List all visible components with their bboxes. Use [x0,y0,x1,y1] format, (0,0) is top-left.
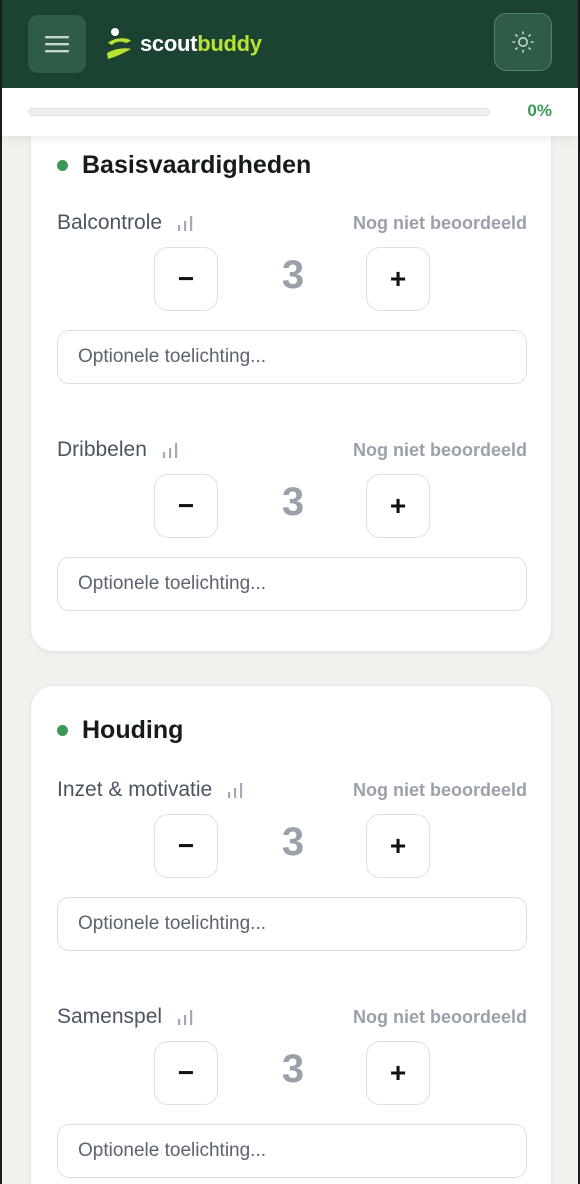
decrement-button[interactable]: − [154,814,218,878]
logo-text: scoutbuddy [140,31,262,57]
note-input[interactable] [57,330,527,384]
bar-chart-icon[interactable] [226,781,244,799]
bar-chart-icon[interactable] [176,1008,194,1026]
rating-stepper: − 3 + [57,814,527,878]
logo[interactable]: scoutbuddy [104,27,262,61]
progress-track [28,108,490,116]
skill-label: Balcontrole [57,211,163,234]
decrement-button[interactable]: − [154,1041,218,1105]
rating-value: 3 [281,820,305,864]
decrement-button[interactable]: − [154,474,218,538]
increment-button[interactable]: + [366,247,430,311]
bar-chart-icon[interactable] [176,214,194,232]
app-header: scoutbuddy [2,0,578,88]
rating-stepper: − 3 + [57,247,527,311]
logo-text-buddy: buddy [197,31,262,56]
skill-samenspel: Samenspel Nog niet beoordeeld − 3 + [57,1005,527,1184]
rating-value: 3 [281,480,305,524]
skill-label: Samenspel [57,1005,163,1028]
skill-dribbelen: Dribbelen Nog niet beoordeeld − 3 + [57,438,527,638]
section-header: Houding [57,716,183,745]
skill-name: Inzet & motivatie [57,778,244,802]
section-title: Basisvaardigheden [82,151,312,179]
note-input[interactable] [57,557,527,611]
section-card-basisvaardigheden: Basisvaardigheden Balcontrole Nog niet b… [30,100,552,652]
skill-inzet-motivatie: Inzet & motivatie Nog niet beoordeeld − … [57,778,527,978]
section-header: Basisvaardigheden [57,151,311,180]
decrement-button[interactable]: − [154,247,218,311]
progress-percent: 0% [527,101,552,120]
status-dot [57,725,68,736]
rating-status: Nog niet beoordeeld [352,780,527,800]
rating-value: 3 [281,253,305,297]
increment-button[interactable]: + [366,1041,430,1105]
skill-name: Balcontrole [57,211,194,235]
note-input[interactable] [57,897,527,951]
skill-name: Samenspel [57,1005,194,1029]
section-title: Houding [82,716,184,744]
logo-runner-icon [107,28,131,59]
bar-chart-icon[interactable] [161,441,179,459]
increment-button[interactable]: + [366,814,430,878]
rating-stepper: − 3 + [57,1041,527,1105]
status-dot [57,160,68,171]
section-card-houding: Houding Inzet & motivatie Nog niet beoor… [30,685,552,1184]
theme-toggle-button[interactable] [494,13,552,71]
progress-bar-container: 0% [2,88,578,136]
rating-status: Nog niet beoordeeld [352,213,527,233]
hamburger-icon [45,36,69,53]
rating-status: Nog niet beoordeeld [352,1007,527,1027]
rating-status: Nog niet beoordeeld [352,440,527,460]
skill-balcontrole: Balcontrole Nog niet beoordeeld − 3 + [57,211,527,411]
note-input[interactable] [57,1124,527,1178]
rating-value: 3 [281,1047,305,1091]
skill-label: Dribbelen [57,438,147,461]
sun-icon [512,31,534,53]
skill-label: Inzet & motivatie [57,778,213,801]
rating-stepper: − 3 + [57,474,527,538]
increment-button[interactable]: + [366,474,430,538]
skill-name: Dribbelen [57,438,179,462]
logo-text-scout: scout [140,31,198,56]
menu-button[interactable] [28,15,86,73]
